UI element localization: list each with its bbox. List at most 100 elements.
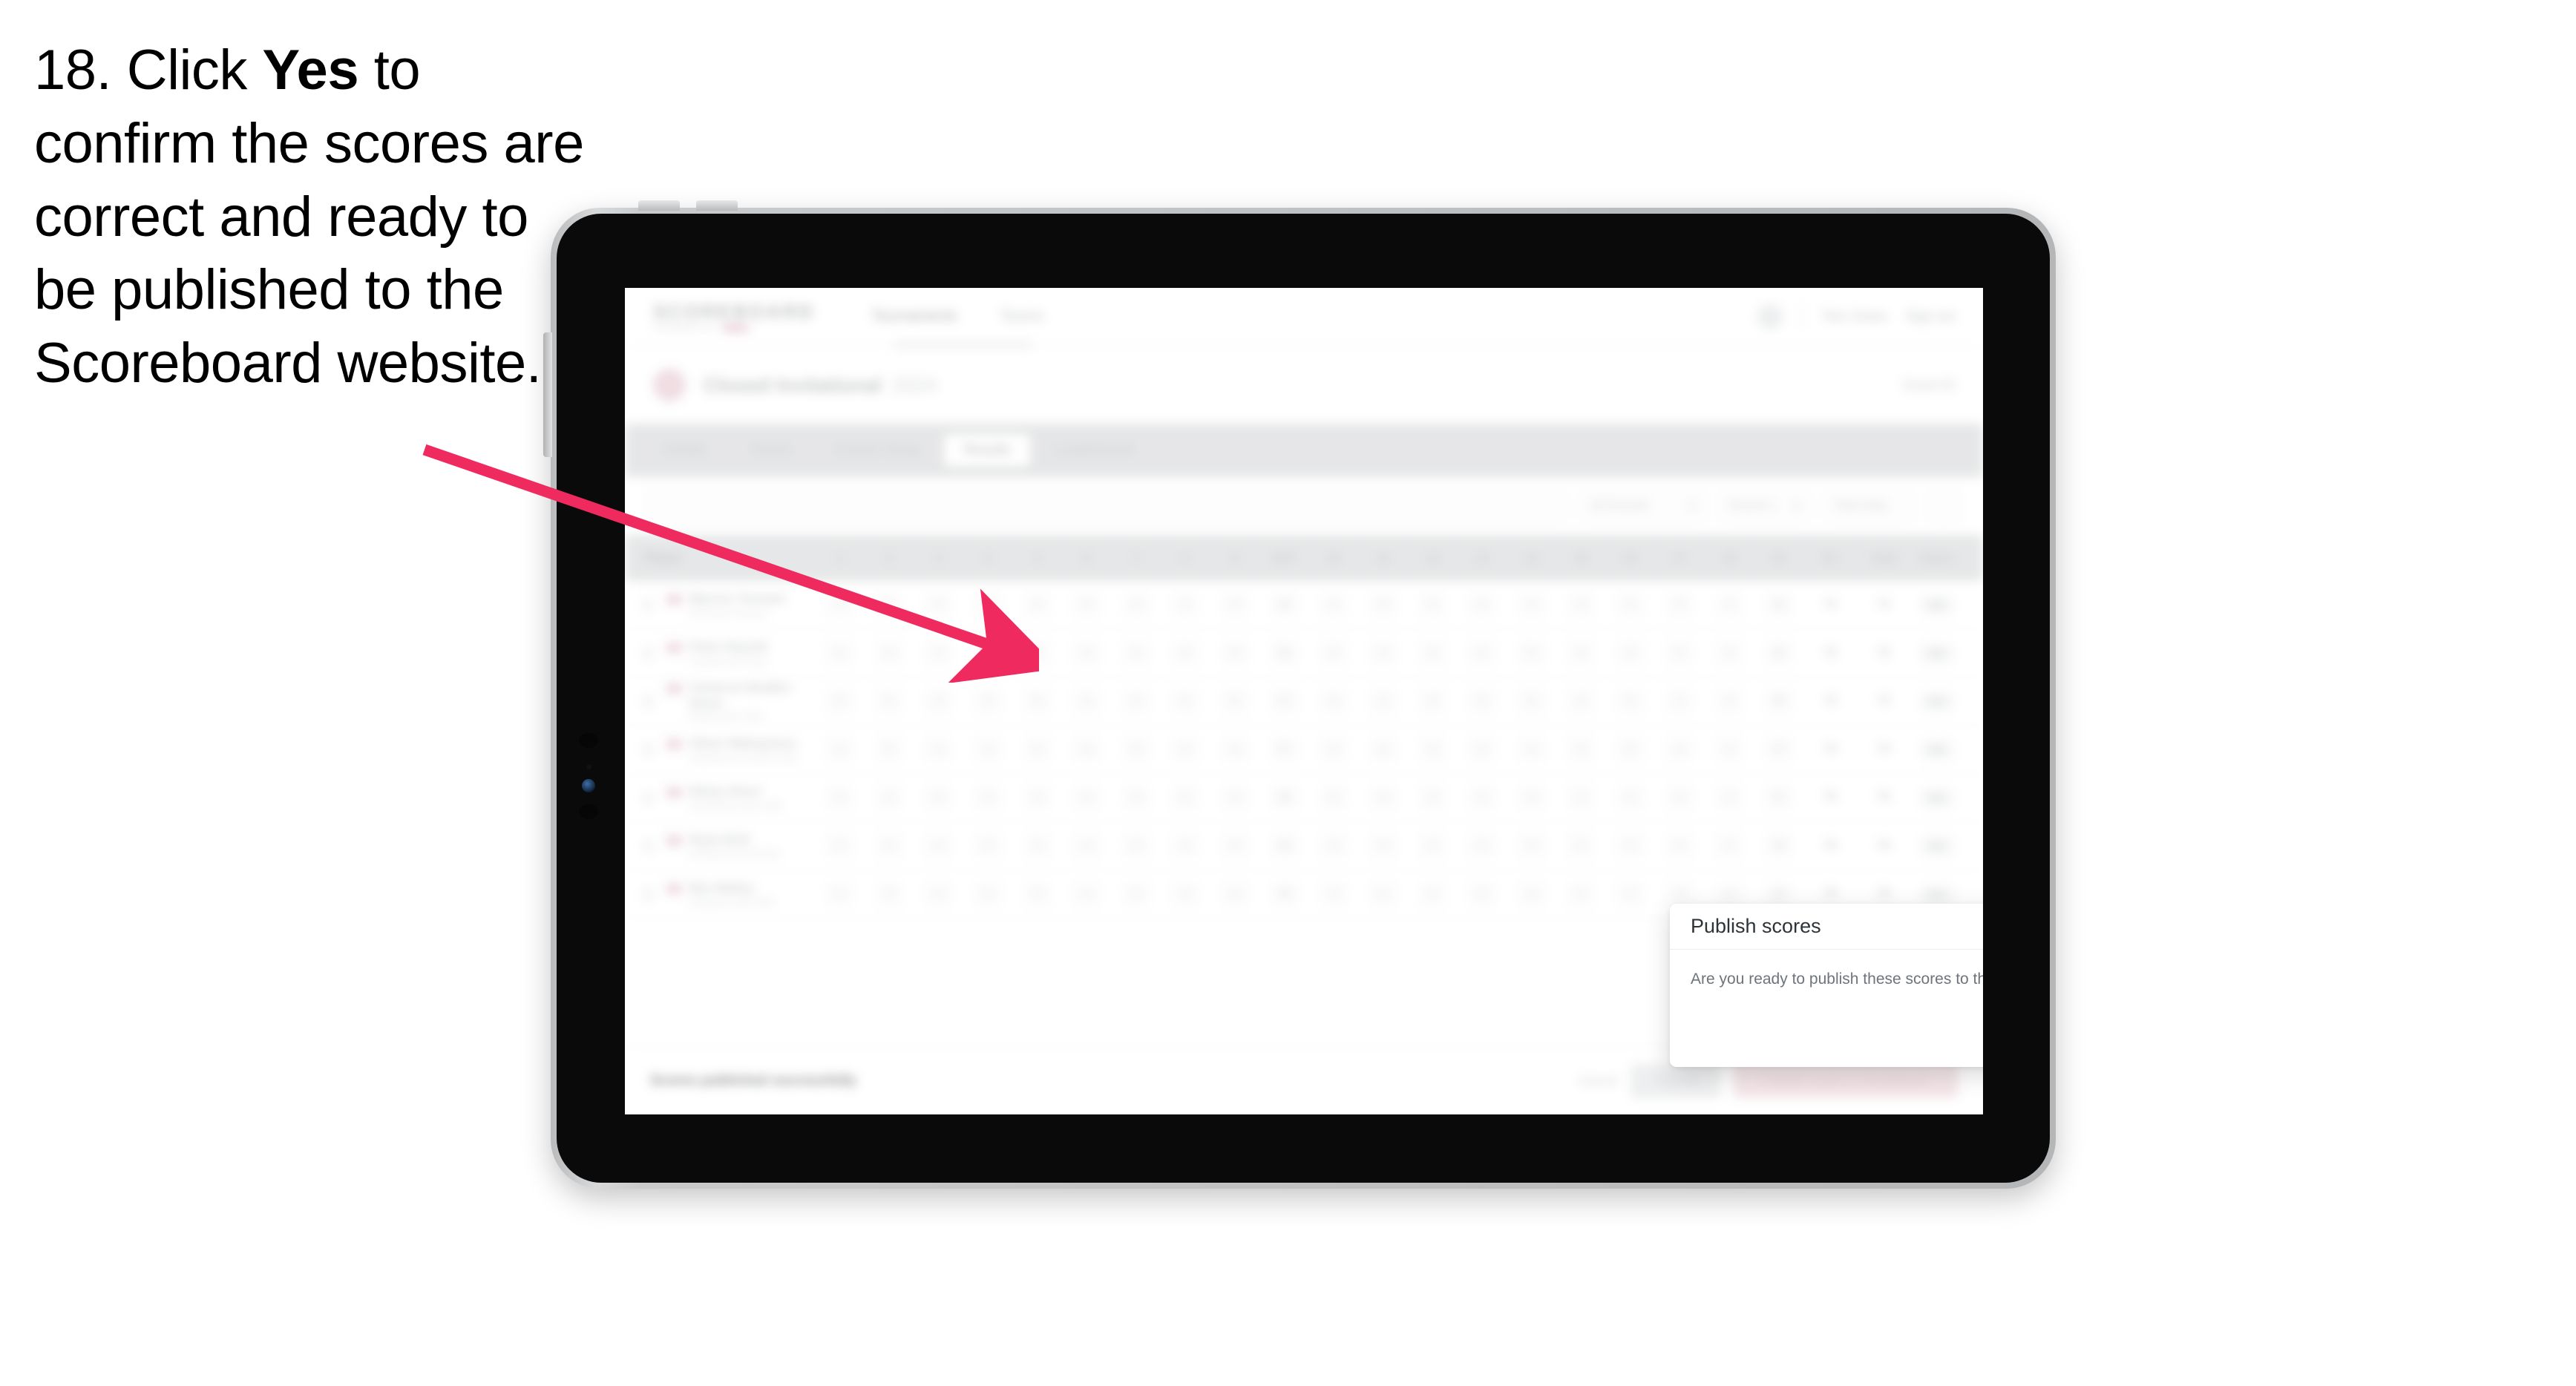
score-cell[interactable]: 36 bbox=[1259, 642, 1309, 664]
score-cell[interactable]: 4 bbox=[1606, 883, 1656, 905]
score-cell[interactable]: 4 bbox=[1309, 738, 1359, 761]
score-cell[interactable]: 4 bbox=[1161, 594, 1210, 616]
tab-results[interactable]: Results bbox=[944, 434, 1030, 467]
score-cell[interactable]: 5 bbox=[914, 786, 963, 809]
score-cell[interactable]: 36 bbox=[1259, 594, 1309, 616]
score-cell[interactable]: 4 bbox=[914, 883, 963, 905]
score-cell[interactable]: 5 bbox=[1606, 738, 1656, 761]
score-cell[interactable]: 4 bbox=[1556, 883, 1606, 905]
score-cell[interactable]: 5 bbox=[1309, 642, 1359, 664]
cancel-link[interactable]: Cancel bbox=[1579, 1074, 1618, 1088]
score-cell[interactable]: 4 bbox=[865, 786, 914, 809]
avatar[interactable] bbox=[1757, 303, 1783, 329]
score-cell[interactable]: 4 bbox=[1705, 835, 1754, 857]
score-cell[interactable]: 4 bbox=[1655, 738, 1705, 761]
score-cell[interactable]: 4 bbox=[1458, 786, 1507, 809]
score-cell[interactable]: 5 bbox=[1507, 690, 1556, 712]
score-cell[interactable]: 4 bbox=[1062, 835, 1112, 857]
score-cell[interactable]: 5 bbox=[1161, 786, 1210, 809]
score-cell[interactable]: 3 bbox=[1210, 642, 1260, 664]
score-cell[interactable]: 3 bbox=[1556, 594, 1606, 616]
score-cell[interactable]: 4 bbox=[963, 738, 1013, 761]
score-cell[interactable]: 4 bbox=[963, 786, 1013, 809]
volume-down-button[interactable] bbox=[696, 200, 738, 211]
table-row[interactable]: Oliver Makepeace Strathmore Country Club 4… bbox=[625, 726, 1983, 774]
score-cell[interactable]: 4 bbox=[1161, 883, 1210, 905]
score-cell[interactable]: 4 bbox=[1112, 835, 1161, 857]
score-cell[interactable]: 4 bbox=[1161, 738, 1210, 761]
score-cell[interactable]: 4 bbox=[963, 594, 1013, 616]
score-cell[interactable]: 4 bbox=[1458, 642, 1507, 664]
score-cell[interactable]: 5 bbox=[1112, 883, 1161, 905]
score-cell[interactable]: 36 bbox=[1754, 642, 1803, 664]
score-cell[interactable]: 4 bbox=[1062, 786, 1112, 809]
score-cell[interactable]: 5 bbox=[815, 835, 865, 857]
score-cell[interactable]: 5 bbox=[865, 883, 914, 905]
score-cell[interactable]: 4 bbox=[865, 835, 914, 857]
sort-filter-select[interactable]: Total Only bbox=[1823, 489, 1915, 523]
score-cell[interactable]: 4 bbox=[1408, 690, 1458, 712]
score-cell[interactable]: 38 bbox=[1259, 835, 1309, 857]
score-cell[interactable]: 37 bbox=[1754, 738, 1803, 761]
score-cell[interactable]: 5 bbox=[1112, 738, 1161, 761]
table-row[interactable]: Ethan Short Greenfield Links Club 4 4 5 4 4 4 4 5… bbox=[625, 774, 1983, 822]
score-cell[interactable]: 5 bbox=[1161, 642, 1210, 664]
score-cell[interactable]: 5 bbox=[1655, 883, 1705, 905]
tab-course-setup[interactable]: Course Setup bbox=[815, 434, 940, 467]
header-user-name[interactable]: Tom Jones bbox=[1822, 309, 1887, 324]
score-cell[interactable]: 4 bbox=[1012, 690, 1062, 712]
score-cell[interactable]: 4 bbox=[1705, 690, 1754, 712]
score-cell[interactable]: 4 bbox=[1062, 642, 1112, 664]
score-cell[interactable]: 4 bbox=[1012, 786, 1062, 809]
score-cell[interactable]: 3 bbox=[1606, 642, 1656, 664]
score-cell[interactable]: 4 bbox=[1112, 642, 1161, 664]
score-cell[interactable]: 4 bbox=[1458, 738, 1507, 761]
app-brand[interactable]: SCOREBOARD POWERED BY PRO bbox=[653, 300, 815, 333]
drag-handle-icon[interactable] bbox=[644, 887, 666, 901]
score-cell[interactable]: 5 bbox=[963, 835, 1013, 857]
score-cell[interactable]: 4 bbox=[1655, 690, 1705, 712]
score-cell[interactable]: 5 bbox=[1359, 883, 1409, 905]
score-cell[interactable]: 4 bbox=[1359, 786, 1409, 809]
score-cell[interactable]: 4 bbox=[1359, 835, 1409, 857]
nav-item-teams[interactable]: Teams bbox=[1000, 308, 1043, 325]
score-cell[interactable]: 4 bbox=[815, 594, 865, 616]
signout-button[interactable]: Sign out bbox=[1906, 309, 1955, 324]
score-cell[interactable]: 3 bbox=[1458, 690, 1507, 712]
score-cell[interactable]: 36 bbox=[1754, 690, 1803, 712]
score-cell[interactable]: 4 bbox=[1012, 835, 1062, 857]
tab-details[interactable]: Details bbox=[644, 434, 726, 467]
score-cell[interactable]: 5 bbox=[1012, 642, 1062, 664]
score-cell[interactable]: 5 bbox=[1359, 738, 1409, 761]
nav-item-tournaments[interactable]: Tournaments bbox=[871, 308, 957, 325]
drag-handle-icon[interactable] bbox=[644, 839, 666, 853]
score-cell[interactable]: 3 bbox=[963, 642, 1013, 664]
save-all-button[interactable]: Save all bbox=[1631, 1063, 1720, 1098]
score-cell[interactable]: 4 bbox=[1705, 594, 1754, 616]
score-cell[interactable]: 5 bbox=[1112, 594, 1161, 616]
score-cell[interactable]: 4 bbox=[1458, 835, 1507, 857]
score-cell[interactable]: 3 bbox=[1556, 738, 1606, 761]
score-cell[interactable]: 37 bbox=[1259, 738, 1309, 761]
tab-leaderboard[interactable]: Leaderboard bbox=[1035, 434, 1153, 467]
score-cell[interactable]: 4 bbox=[1309, 883, 1359, 905]
publish-scores-button[interactable]: Publish scores to Scoreboard bbox=[1733, 1063, 1958, 1098]
score-cell[interactable]: 4 bbox=[1606, 690, 1656, 712]
score-cell[interactable]: 5 bbox=[865, 594, 914, 616]
score-cell[interactable]: 4 bbox=[1655, 642, 1705, 664]
score-cell[interactable]: 5 bbox=[1309, 786, 1359, 809]
score-cell[interactable]: 4 bbox=[1062, 690, 1112, 712]
score-cell[interactable]: 4 bbox=[1606, 594, 1656, 616]
score-cell[interactable]: 4 bbox=[963, 690, 1013, 712]
score-cell[interactable]: 4 bbox=[1556, 690, 1606, 712]
score-cell[interactable]: 4 bbox=[1210, 786, 1260, 809]
score-cell[interactable]: 4 bbox=[1309, 690, 1359, 712]
drag-handle-icon[interactable] bbox=[644, 791, 666, 804]
score-cell[interactable]: 4 bbox=[1309, 835, 1359, 857]
drag-handle-icon[interactable] bbox=[644, 694, 666, 708]
score-cell[interactable]: 5 bbox=[1408, 835, 1458, 857]
round-filter-select[interactable]: All Rounds ▾ bbox=[1579, 489, 1707, 523]
score-cell[interactable]: 4 bbox=[1210, 594, 1260, 616]
table-row[interactable]: Peter Harnell Caswell Golf Club 4 4 4 3 5 4 4 5 3 3… bbox=[625, 629, 1983, 677]
score-cell[interactable]: 5 bbox=[1458, 883, 1507, 905]
